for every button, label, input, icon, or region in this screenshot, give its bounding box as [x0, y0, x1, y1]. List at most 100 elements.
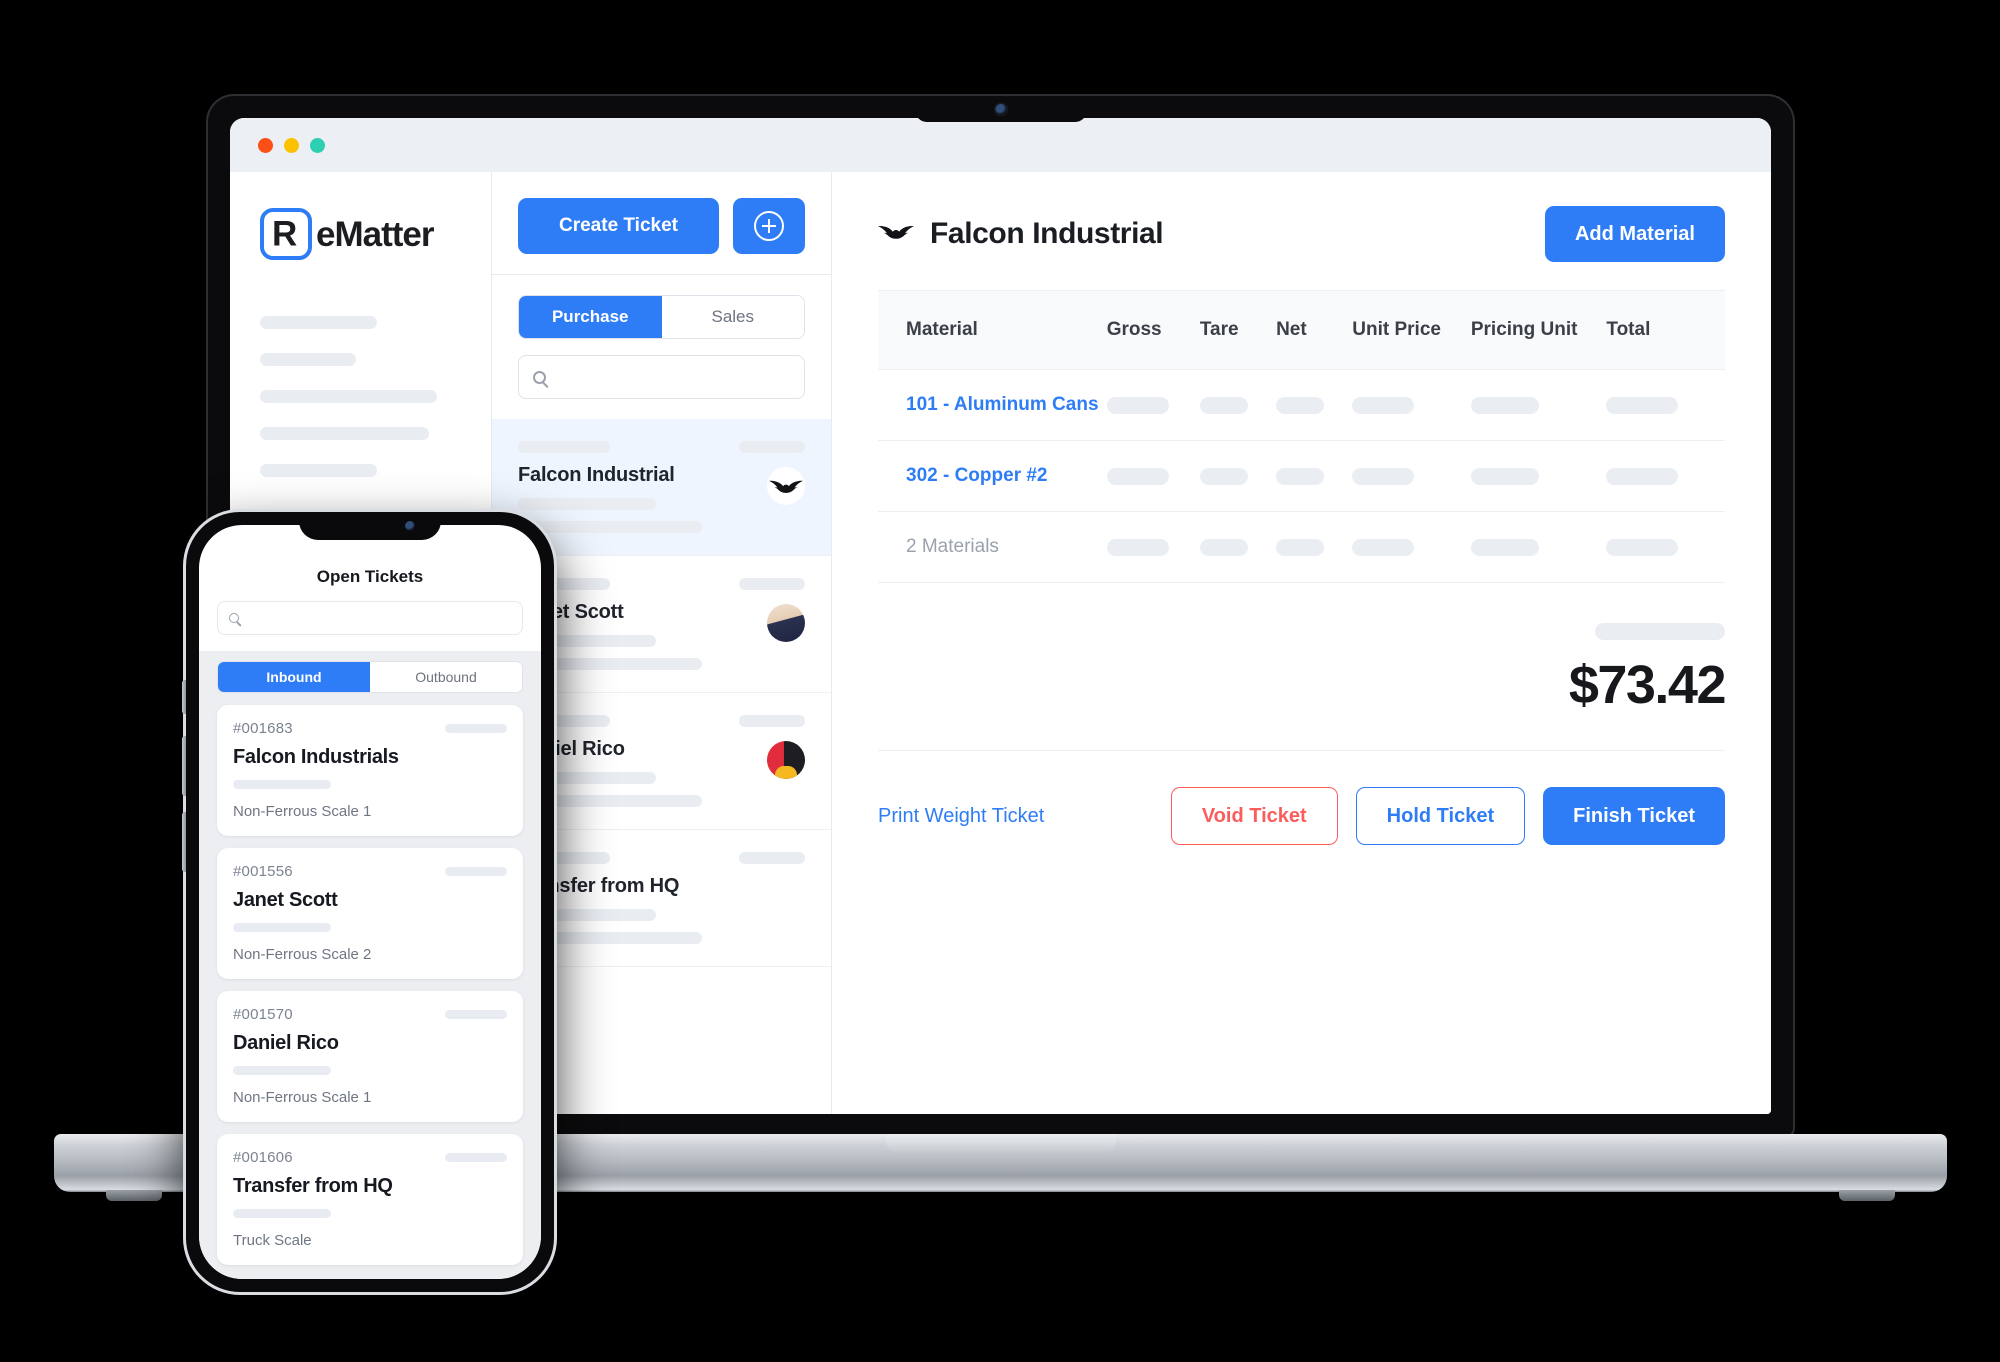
hold-ticket-button[interactable]: Hold Ticket [1355, 787, 1526, 845]
ticket-scale-name: Non-Ferrous Scale 2 [233, 946, 372, 963]
logo-mark: R [260, 208, 312, 260]
cell-skeleton [1199, 396, 1248, 414]
sidebar-skeleton-item [260, 353, 357, 366]
customer-name: Falcon Industrial [518, 464, 675, 486]
material-link[interactable]: 101 - Aluminum Cans [906, 394, 1099, 415]
ticket-number: #001683 [233, 720, 293, 737]
cell-skeleton [1606, 538, 1679, 556]
ticket-badge-skeleton [445, 1010, 507, 1019]
ticket-number: #001570 [233, 1006, 293, 1023]
list-item[interactable]: #001556 Janet Scott Non-Ferrous Scale 2 [217, 848, 523, 979]
material-link[interactable]: 302 - Copper #2 [906, 465, 1048, 486]
cell-skeleton [1470, 396, 1539, 414]
row-skeleton [739, 441, 805, 453]
cell-skeleton [1470, 467, 1539, 485]
column-header-tare: Tare [1199, 290, 1277, 370]
sidebar-skeleton-item [260, 390, 437, 403]
ticket-actions-row: Print Weight Ticket Void Ticket Hold Tic… [878, 751, 1725, 881]
create-ticket-button[interactable]: Create Ticket [518, 198, 719, 254]
cell-skeleton [1106, 467, 1169, 485]
sidebar-nav-placeholders [260, 316, 461, 477]
customer-row-meta [739, 441, 805, 505]
row-skeleton [518, 441, 610, 453]
ticket-search-box[interactable] [518, 355, 805, 399]
customer-row-meta [739, 852, 805, 864]
add-material-button[interactable]: Add Material [1544, 206, 1725, 262]
tab-inbound[interactable]: Inbound [218, 662, 370, 692]
window-close-button[interactable] [258, 137, 273, 153]
void-ticket-button[interactable]: Void Ticket [1170, 787, 1338, 845]
phone-search-box[interactable] [217, 601, 523, 635]
phone-page-title: Open Tickets [316, 567, 424, 586]
falcon-logo-icon [878, 221, 914, 247]
plus-circle-icon [754, 211, 784, 241]
ticket-total-amount: $73.42 [1568, 655, 1727, 715]
cell-skeleton [1276, 396, 1325, 414]
ticket-number: #001606 [233, 1149, 293, 1166]
ticket-badge-skeleton [445, 724, 507, 733]
inbound-outbound-segmented-control: Inbound Outbound [217, 661, 523, 693]
add-ticket-button[interactable] [733, 198, 805, 254]
phone-volume-down-button[interactable] [182, 812, 186, 872]
row-skeleton [739, 578, 805, 590]
ticket-detail-skeleton [233, 1209, 331, 1218]
phone-search-input[interactable] [247, 610, 511, 626]
cell-skeleton [1276, 467, 1325, 485]
avatar [767, 741, 805, 779]
tab-outbound[interactable]: Outbound [370, 662, 522, 692]
phone-app-content: Open Tickets Inbound Outbound #001683 Fa… [199, 525, 541, 1279]
ticket-number: #001556 [233, 863, 293, 880]
list-item[interactable]: #001606 Transfer from HQ Truck Scale [217, 1134, 523, 1265]
ticket-customer-name: Transfer from HQ [233, 1175, 393, 1197]
laptop-foot [106, 1190, 162, 1201]
window-minimize-button[interactable] [284, 137, 299, 153]
cell-skeleton [1352, 396, 1415, 414]
phone-volume-up-button[interactable] [182, 736, 186, 796]
ticket-customer-name: Janet Scott [233, 889, 338, 911]
ticket-detail-skeleton [233, 780, 331, 789]
list-item[interactable]: #001683 Falcon Industrials Non-Ferrous S… [217, 705, 523, 836]
laptop-base-notch [885, 1134, 1116, 1153]
ticket-customer-name: Falcon Industrials [233, 746, 399, 768]
rematter-logo[interactable]: R eMatter [260, 208, 461, 260]
print-weight-ticket-link[interactable]: Print Weight Ticket [878, 805, 1044, 828]
row-skeleton [739, 715, 805, 727]
list-item[interactable]: #001570 Daniel Rico Non-Ferrous Scale 1 [217, 991, 523, 1122]
ticket-detail-panel: Falcon Industrial Add Material Material … [832, 172, 1771, 1114]
column-header-unit-price: Unit Price [1352, 290, 1471, 370]
phone-notch [299, 512, 441, 540]
sidebar-skeleton-item [260, 316, 377, 329]
cell-skeleton [1470, 538, 1539, 556]
tab-purchase[interactable]: Purchase [519, 296, 662, 338]
materials-count-label: 2 Materials [906, 536, 999, 557]
finish-ticket-button[interactable]: Finish Ticket [1543, 787, 1725, 845]
customer-row-meta [739, 578, 805, 642]
phone-frame: Open Tickets Inbound Outbound #001683 Fa… [182, 512, 554, 1292]
mockup-stage: R eMatter Create Ticket Purchase Sales F… [0, 0, 2000, 1362]
window-titlebar [230, 118, 1771, 172]
ticket-card-header: #001606 [233, 1149, 507, 1166]
table-row[interactable]: 302 - Copper #2 [878, 440, 1725, 512]
materials-table-body: 101 - Aluminum Cans 302 - Copper #2 2 Ma… [878, 369, 1725, 583]
column-header-gross: Gross [1106, 290, 1200, 370]
cell-skeleton [1606, 396, 1679, 414]
tab-sales[interactable]: Sales [661, 296, 804, 338]
logo-letter-r: R [272, 214, 297, 254]
page-title: Falcon Industrial [930, 217, 1164, 250]
materials-table: Material Gross Tare Net Unit Price Prici… [878, 290, 1725, 583]
ticket-search-input[interactable] [556, 368, 790, 386]
phone-silent-switch[interactable] [182, 680, 186, 714]
table-header-row: Material Gross Tare Net Unit Price Prici… [878, 290, 1725, 370]
ticket-scale-name: Non-Ferrous Scale 1 [233, 1089, 372, 1106]
window-maximize-button[interactable] [310, 137, 325, 153]
cell-skeleton [1106, 538, 1169, 556]
detail-title-group: Falcon Industrial [878, 217, 1164, 251]
ticket-total-area: $73.42 [878, 583, 1727, 751]
open-tickets-list: #001683 Falcon Industrials Non-Ferrous S… [199, 705, 541, 1279]
cell-skeleton [1199, 538, 1248, 556]
avatar [767, 604, 805, 642]
customer-row-meta [739, 715, 805, 779]
table-row[interactable]: 101 - Aluminum Cans [878, 369, 1725, 441]
ticket-badge-skeleton [445, 1153, 507, 1162]
phone-screen: Open Tickets Inbound Outbound #001683 Fa… [199, 525, 541, 1279]
